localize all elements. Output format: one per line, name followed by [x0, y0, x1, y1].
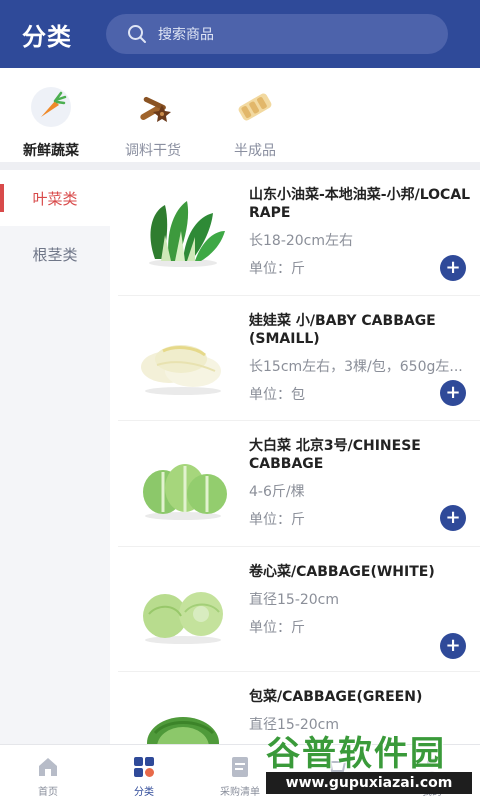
- category-label: 半成品: [234, 143, 276, 159]
- product-name: 包菜/CABBAGE(GREEN): [249, 689, 423, 705]
- add-button[interactable]: +: [440, 505, 466, 531]
- product-spec: 直径15-20cm: [249, 591, 340, 608]
- search-icon: [126, 23, 148, 45]
- app-root: 分类 搜索商品 新鲜蔬菜 调料干货 半成品 叶菜类 根茎类 山东小油菜-本地油菜…: [0, 0, 480, 800]
- green-cabbage-icon: [132, 688, 234, 744]
- list-icon: [228, 755, 252, 779]
- watermark-title: 谷普软件园: [266, 734, 446, 774]
- list-item[interactable]: 娃娃菜 小/BABY CABBAGE (SMAILL) 长15cm左右，3棵/包…: [118, 296, 480, 421]
- home-icon: [36, 755, 60, 779]
- list-item[interactable]: 大白菜 北京3号/CHINESE CABBAGE 4-6斤/棵 单位：斤 +: [118, 421, 480, 547]
- section-divider: [0, 162, 480, 170]
- carrot-icon: [28, 84, 74, 130]
- product-name: 卷心菜/CABBAGE(WHITE): [249, 563, 435, 580]
- nav-label: 采购清单: [220, 787, 260, 798]
- category-icon: [132, 755, 156, 779]
- list-item[interactable]: 卷心菜/CABBAGE(WHITE) 直径15-20cm 单位：斤 +: [118, 547, 480, 672]
- add-button[interactable]: +: [440, 379, 466, 406]
- product-info: 山东小油菜-本地油菜-小邦/LOCAL RAPE 长18-20cm左右 单位：斤: [249, 186, 471, 278]
- category-seasoning-dried[interactable]: 调料干货: [102, 68, 204, 162]
- product-spec: 4-6斤/棵: [249, 484, 305, 500]
- product-unit: 单位：斤: [249, 619, 305, 636]
- product-list[interactable]: 山东小油菜-本地油菜-小邦/LOCAL RAPE 长18-20cm左右 单位：斤…: [118, 170, 480, 744]
- sidebar-item-leafy[interactable]: 叶菜类: [0, 170, 110, 226]
- product-name: 大白菜 北京3号/CHINESE CABBAGE: [249, 438, 421, 472]
- product-info: 娃娃菜 小/BABY CABBAGE (SMAILL) 长15cm左右，3棵/包…: [249, 312, 471, 404]
- chinese-cabbage-icon: [132, 437, 234, 527]
- baby-cabbage-icon: [132, 312, 234, 402]
- product-name: 山东小油菜-本地油菜-小邦/LOCAL RAPE: [249, 187, 471, 221]
- rolls-icon: [232, 84, 278, 130]
- product-unit: 单位：斤: [249, 512, 305, 528]
- page-title: 分类: [22, 22, 72, 51]
- category-label: 新鲜蔬菜: [23, 143, 79, 159]
- category-fresh-vegetables[interactable]: 新鲜蔬菜: [0, 68, 102, 162]
- sidebar-item-root[interactable]: 根茎类: [0, 226, 110, 282]
- header: 分类 搜索商品: [0, 0, 480, 68]
- add-button[interactable]: +: [440, 255, 466, 281]
- product-spec: 长18-20cm左右: [249, 233, 354, 249]
- product-unit: 单位：斤: [249, 261, 305, 277]
- product-info: 大白菜 北京3号/CHINESE CABBAGE 4-6斤/棵 单位：斤: [249, 437, 471, 529]
- product-unit: 单位：包: [249, 386, 305, 403]
- list-item[interactable]: 山东小油菜-本地油菜-小邦/LOCAL RAPE 长18-20cm左右 单位：斤…: [118, 170, 480, 296]
- nav-home[interactable]: 首页: [0, 745, 96, 800]
- product-info: 卷心菜/CABBAGE(WHITE) 直径15-20cm 单位：斤: [249, 563, 471, 637]
- white-cabbage-icon: [132, 563, 234, 653]
- spices-icon: [130, 84, 176, 130]
- category-label: 调料干货: [125, 143, 181, 159]
- search-placeholder: 搜索商品: [158, 27, 214, 43]
- category-semi-finished[interactable]: 半成品: [204, 68, 306, 162]
- nav-label: 首页: [38, 787, 58, 798]
- product-spec: 长15cm左右，3棵/包，650g左...: [249, 358, 463, 375]
- watermark-url: www.gupuxiazai.com: [266, 772, 472, 794]
- add-button[interactable]: +: [440, 632, 466, 659]
- bok-choy-icon: [132, 186, 234, 276]
- nav-category[interactable]: 分类: [96, 745, 192, 800]
- search-input[interactable]: 搜索商品: [106, 14, 448, 54]
- product-name: 娃娃菜 小/BABY CABBAGE (SMAILL): [249, 312, 436, 347]
- watermark: 谷普软件园 www.gupuxiazai.com: [262, 722, 476, 798]
- category-strip: 新鲜蔬菜 调料干货 半成品: [0, 68, 480, 162]
- nav-label: 分类: [134, 787, 154, 798]
- subcategory-sidebar: 叶菜类 根茎类: [0, 170, 110, 744]
